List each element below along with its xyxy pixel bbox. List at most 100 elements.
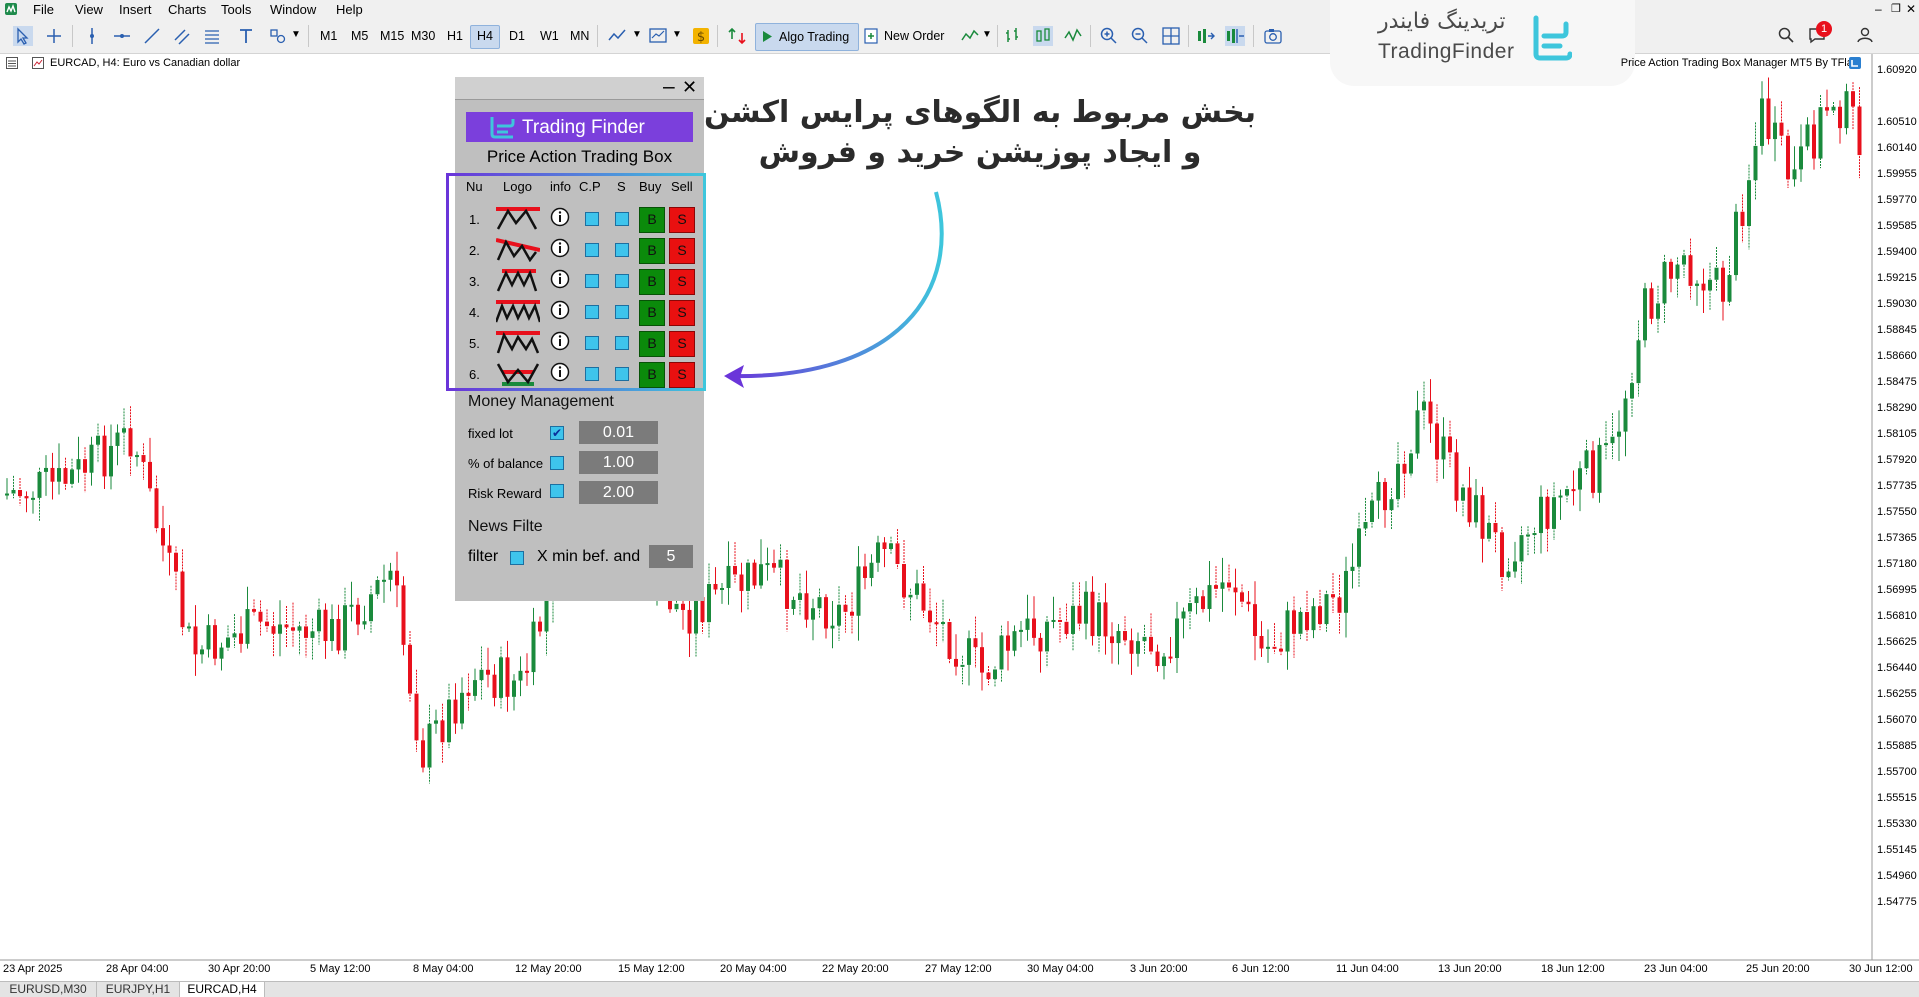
menu-help[interactable]: Help bbox=[336, 2, 363, 17]
chart-menu-icon[interactable] bbox=[6, 57, 18, 69]
candlestick bbox=[343, 587, 347, 659]
menu-window[interactable]: Window bbox=[270, 2, 316, 17]
window-restore-button[interactable]: ❐ bbox=[1891, 2, 1901, 15]
panel-minimize-button[interactable]: – bbox=[663, 76, 675, 97]
candlestick bbox=[1838, 100, 1842, 144]
candlestick bbox=[1448, 420, 1452, 468]
candlestick bbox=[284, 606, 289, 648]
fixed-lot-input[interactable]: 0.01 bbox=[579, 421, 658, 444]
panel-titlebar[interactable]: – ✕ bbox=[455, 76, 704, 100]
candlestick bbox=[1799, 124, 1803, 182]
indicators-icon[interactable] bbox=[607, 26, 627, 46]
tile-windows-icon[interactable] bbox=[1161, 26, 1181, 46]
channel-icon[interactable] bbox=[172, 26, 192, 46]
candlestick bbox=[1285, 601, 1290, 670]
tab-eurusd-m30[interactable]: EURUSD,M30 bbox=[0, 982, 97, 997]
candlestick bbox=[1714, 247, 1719, 291]
chart-tabs: EURUSD,M30 EURJPY,H1 EURCAD,H4 bbox=[0, 981, 1919, 997]
fixed-lot-label: fixed lot bbox=[468, 426, 513, 441]
timeframe-m30[interactable]: M30 bbox=[411, 29, 435, 43]
algo-trading-button[interactable]: Algo Trading bbox=[755, 23, 859, 51]
menu-view[interactable]: View bbox=[75, 2, 103, 17]
signals-icon[interactable] bbox=[960, 26, 980, 46]
menu-tools[interactable]: Tools bbox=[221, 2, 251, 17]
one-click-trading-icon[interactable] bbox=[727, 26, 747, 46]
percent-balance-checkbox[interactable] bbox=[550, 456, 564, 470]
candlestick bbox=[1279, 632, 1283, 656]
timeframe-h1[interactable]: H1 bbox=[447, 29, 463, 43]
tab-eurjpy-h1[interactable]: EURJPY,H1 bbox=[97, 982, 180, 997]
candlestick bbox=[330, 604, 334, 651]
candlestick bbox=[1175, 601, 1179, 673]
menu-charts[interactable]: Charts bbox=[168, 2, 206, 17]
vertical-line-icon[interactable] bbox=[82, 26, 102, 46]
percent-balance-input[interactable]: 1.00 bbox=[579, 451, 658, 474]
scroll-chart-icon[interactable] bbox=[1195, 26, 1215, 46]
candlestick bbox=[1116, 623, 1121, 665]
tab-eurcad-h4[interactable]: EURCAD,H4 bbox=[180, 982, 265, 997]
risk-reward-checkbox[interactable] bbox=[550, 484, 564, 498]
candlestick bbox=[518, 656, 523, 697]
candlestick bbox=[1415, 390, 1420, 459]
fibonacci-icon[interactable] bbox=[202, 26, 222, 46]
chevron-down-icon[interactable]: ▼ bbox=[672, 29, 682, 40]
bar-chart-icon[interactable] bbox=[1003, 26, 1023, 46]
timeframe-m1[interactable]: M1 bbox=[320, 29, 337, 43]
candlestick bbox=[1623, 390, 1628, 457]
timeframe-mn[interactable]: MN bbox=[570, 29, 589, 43]
timeframe-m5[interactable]: M5 bbox=[351, 29, 368, 43]
date-label: 8 May 04:00 bbox=[413, 963, 474, 975]
timeframe-d1[interactable]: D1 bbox=[509, 29, 525, 43]
candlestick bbox=[427, 704, 432, 784]
candlestick bbox=[1630, 372, 1634, 417]
trendline-icon[interactable] bbox=[142, 26, 162, 46]
candlestick bbox=[1045, 616, 1049, 668]
account-icon[interactable] bbox=[1857, 27, 1873, 43]
zoom-in-icon[interactable] bbox=[1099, 26, 1119, 46]
candlestick bbox=[837, 586, 841, 641]
candlestick bbox=[843, 595, 848, 633]
candlestick bbox=[1142, 624, 1147, 655]
candlestick bbox=[1077, 582, 1082, 631]
screenshot-icon[interactable] bbox=[1263, 26, 1283, 46]
window-minimize-button[interactable]: – bbox=[1875, 2, 1882, 16]
timeframe-m15[interactable]: M15 bbox=[380, 29, 404, 43]
chevron-down-icon[interactable]: ▼ bbox=[291, 29, 301, 40]
candlestick bbox=[1825, 89, 1829, 117]
fixed-lot-checkbox[interactable]: ✔ bbox=[550, 426, 564, 440]
timeframe-w1[interactable]: W1 bbox=[540, 29, 559, 43]
price-label: 1.56255 bbox=[1877, 688, 1917, 700]
cursor-icon[interactable] bbox=[13, 26, 33, 46]
candlestick bbox=[1610, 413, 1615, 460]
candlestick bbox=[1812, 110, 1816, 170]
market-icon[interactable]: $ bbox=[691, 26, 711, 46]
new-order-icon bbox=[864, 28, 878, 44]
text-tool-icon[interactable] bbox=[236, 26, 256, 46]
timeframe-h4[interactable]: H4 bbox=[477, 29, 493, 43]
menu-file[interactable]: File bbox=[33, 2, 54, 17]
price-label: 1.56995 bbox=[1877, 584, 1917, 596]
templates-icon[interactable] bbox=[648, 26, 668, 46]
line-chart-icon[interactable] bbox=[1063, 26, 1083, 46]
news-filter-checkbox[interactable] bbox=[510, 551, 524, 565]
candlestick bbox=[1591, 441, 1595, 499]
window-close-button[interactable]: ✕ bbox=[1906, 2, 1916, 16]
horizontal-line-icon[interactable] bbox=[112, 26, 132, 46]
chevron-down-icon[interactable]: ▼ bbox=[982, 29, 992, 40]
crosshair-icon[interactable] bbox=[44, 26, 64, 46]
panel-close-button[interactable]: ✕ bbox=[682, 77, 697, 97]
menu-insert[interactable]: Insert bbox=[119, 2, 152, 17]
candlestick bbox=[1071, 582, 1075, 651]
chevron-down-icon[interactable]: ▼ bbox=[632, 29, 642, 40]
candlestick bbox=[44, 455, 48, 496]
candlestick-icon[interactable] bbox=[1033, 26, 1053, 46]
search-icon[interactable] bbox=[1778, 27, 1794, 43]
shapes-icon[interactable] bbox=[268, 26, 288, 46]
candlestick bbox=[122, 408, 126, 455]
new-order-button[interactable]: New Order bbox=[860, 23, 960, 49]
chart-shift-icon[interactable] bbox=[1225, 26, 1245, 46]
metatrader-app-icon bbox=[5, 3, 17, 15]
risk-reward-input[interactable]: 2.00 bbox=[579, 481, 658, 504]
zoom-out-icon[interactable] bbox=[1130, 26, 1150, 46]
news-filter-minutes-input[interactable]: 5 bbox=[649, 545, 693, 568]
